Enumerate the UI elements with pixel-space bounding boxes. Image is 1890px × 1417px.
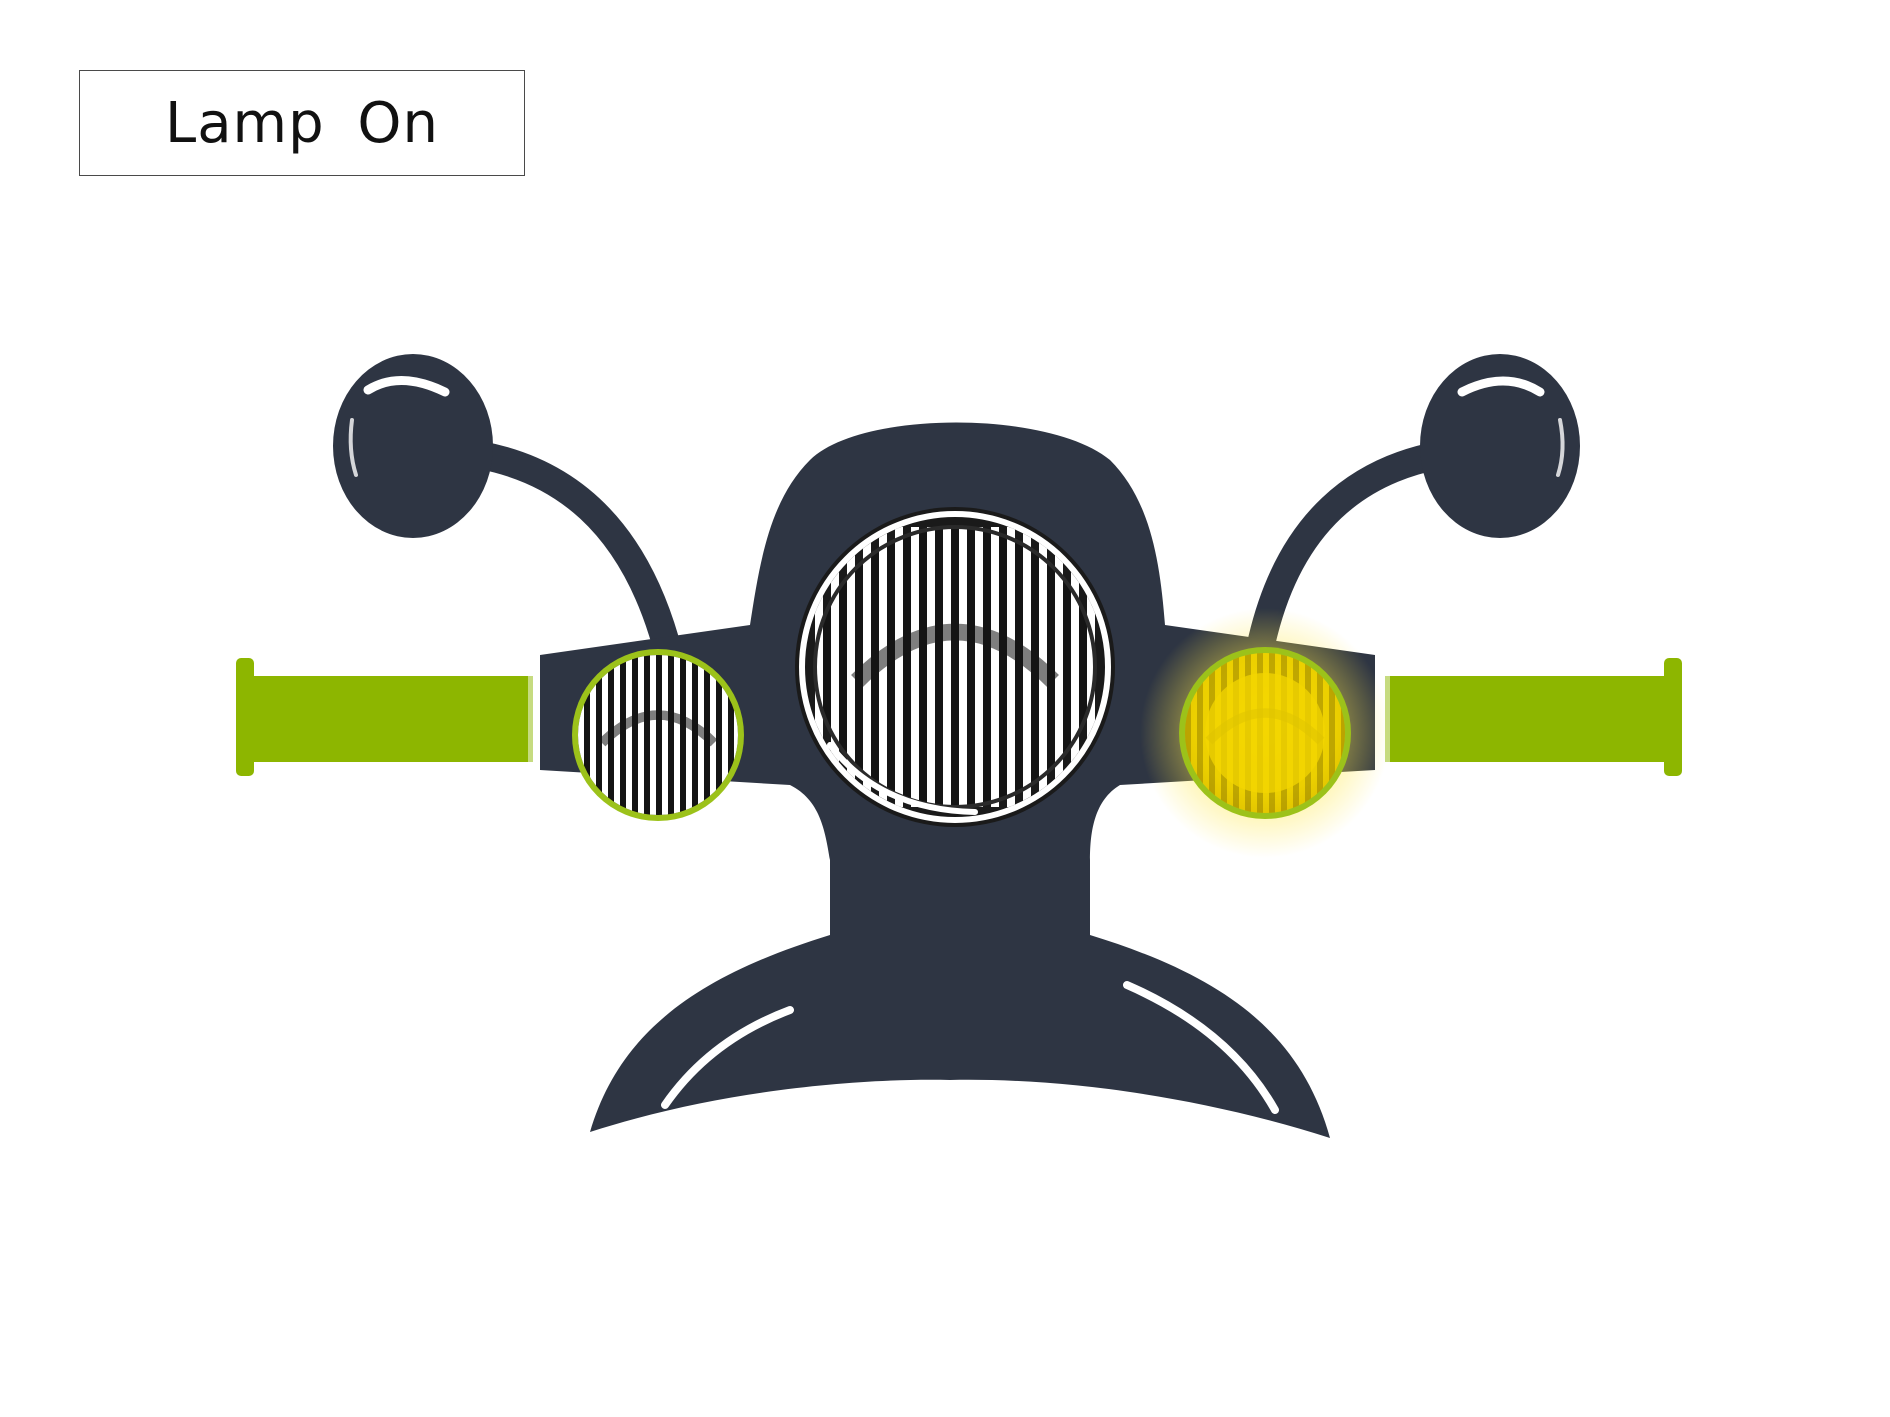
lamp-demo-stage: Lamp On bbox=[0, 0, 1890, 1417]
left-mirror-icon bbox=[333, 354, 493, 538]
grille-stripe bbox=[959, 527, 967, 807]
left-indicator-icon bbox=[572, 649, 744, 821]
grille-stripe bbox=[895, 527, 903, 807]
left-grip-icon bbox=[236, 658, 534, 776]
right-grip-icon bbox=[1384, 658, 1682, 776]
grille-stripe bbox=[1007, 527, 1015, 807]
grille-stripe bbox=[927, 527, 935, 807]
right-indicator-icon bbox=[1140, 608, 1390, 858]
grille-stripe bbox=[975, 527, 983, 807]
scooter-illustration bbox=[236, 354, 1682, 1138]
grille-stripe bbox=[686, 655, 692, 815]
grille-stripe bbox=[943, 527, 951, 807]
grille-stripe bbox=[991, 527, 999, 807]
grille-stripe bbox=[674, 655, 680, 815]
headlight-icon bbox=[795, 507, 1115, 827]
grille-stripe bbox=[626, 655, 632, 815]
right-mirror-icon bbox=[1420, 354, 1580, 538]
left-mirror-stem bbox=[466, 441, 679, 654]
grille-stripe bbox=[911, 527, 919, 807]
grille-stripe bbox=[650, 655, 656, 815]
grille-stripe bbox=[662, 655, 668, 815]
grille-stripe bbox=[638, 655, 644, 815]
